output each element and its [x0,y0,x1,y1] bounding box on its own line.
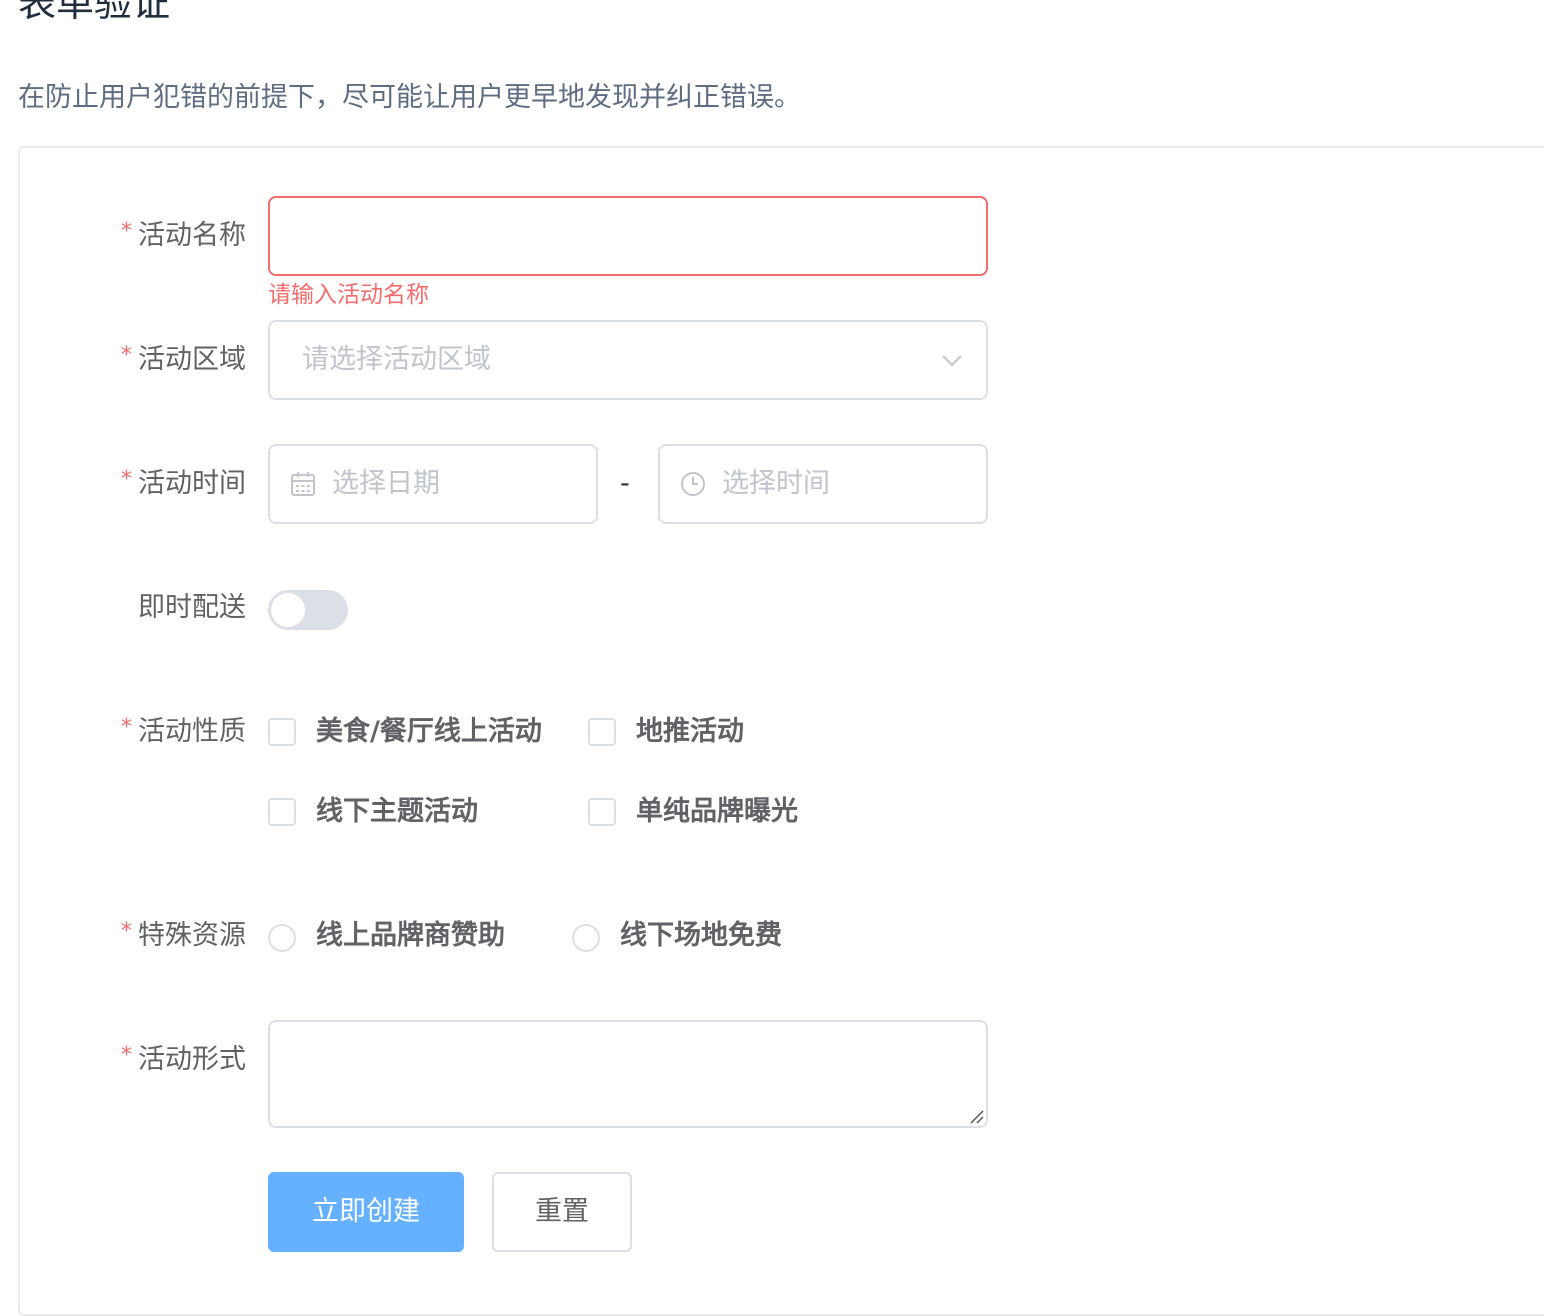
reset-button[interactable]: 重置 [492,1172,632,1252]
instant-delivery-label: 即时配送 [108,588,246,628]
chevron-down-icon [942,355,962,367]
activity-time-label: * 活动时间 [108,464,246,506]
time-placeholder: 选择时间 [722,468,830,499]
required-mark: * [121,343,132,368]
clock-icon [681,472,705,496]
activity-region-placeholder: 请选择活动区域 [302,344,491,375]
checkbox-food-online[interactable] [268,718,296,746]
checkbox-label[interactable]: 单纯品牌曝光 [636,792,798,832]
page-title: 表单验证 [18,0,171,25]
submit-button[interactable]: 立即创建 [268,1172,464,1252]
activity-name-label-text: 活动名称 [138,220,246,251]
checkbox-ground-promotion[interactable] [588,718,616,746]
activity-name-input[interactable] [268,196,988,276]
required-mark: * [121,467,132,492]
radio-label[interactable]: 线下场地免费 [620,916,782,956]
activity-type-label-text: 活动性质 [138,716,246,747]
resize-handle-icon[interactable] [968,1108,984,1124]
activity-region-label-text: 活动区域 [138,344,246,375]
date-picker-input[interactable]: 选择日期 [268,444,598,524]
checkbox-offline-theme[interactable] [268,798,296,826]
activity-type-label: * 活动性质 [108,712,246,754]
special-resource-label-text: 特殊资源 [138,920,246,951]
instant-delivery-label-text: 即时配送 [138,592,246,623]
radio-label[interactable]: 线上品牌商赞助 [316,916,505,956]
instant-delivery-switch[interactable] [268,590,348,630]
radio-brand-sponsor[interactable] [268,924,296,952]
required-mark: * [121,715,132,740]
date-placeholder: 选择日期 [332,468,440,499]
activity-name-label: * 活动名称 [108,216,246,258]
activity-form-textarea[interactable] [268,1020,988,1128]
activity-region-select[interactable]: 请选择活动区域 [268,320,988,400]
checkbox-label[interactable]: 美食/餐厅线上活动 [316,712,542,752]
switch-knob [271,593,305,627]
time-separator: - [620,468,630,499]
activity-form-label: * 活动形式 [108,1040,246,1082]
checkbox-label[interactable]: 线下主题活动 [316,792,478,832]
required-mark: * [121,919,132,944]
radio-free-venue[interactable] [572,924,600,952]
activity-time-label-text: 活动时间 [138,468,246,499]
page-description: 在防止用户犯错的前提下，尽可能让用户更早地发现并纠正错误。 [18,82,801,113]
activity-region-label: * 活动区域 [108,340,246,382]
calendar-icon [291,472,315,496]
special-resource-label: * 特殊资源 [108,916,246,958]
required-mark: * [121,219,132,244]
activity-name-error: 请输入活动名称 [268,282,429,308]
checkbox-label[interactable]: 地推活动 [636,712,744,752]
activity-form-label-text: 活动形式 [138,1044,246,1075]
required-mark: * [121,1043,132,1068]
time-picker-input[interactable]: 选择时间 [658,444,988,524]
checkbox-brand-exposure[interactable] [588,798,616,826]
